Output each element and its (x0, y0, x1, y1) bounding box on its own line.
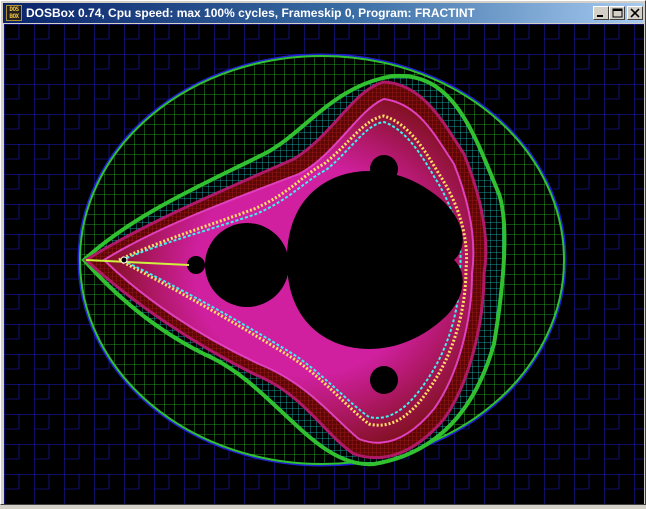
period-2-bulb (205, 223, 289, 307)
mini-bulb (120, 256, 128, 264)
dosbox-icon-text-bottom: BOX (9, 13, 19, 20)
left-bulb (187, 256, 205, 274)
title-bar[interactable]: DOS BOX DOSBox 0.74, Cpu speed: max 100%… (3, 3, 643, 23)
main-cardioid (287, 171, 463, 349)
minimize-icon (597, 15, 603, 17)
maximize-button[interactable] (609, 6, 625, 20)
dosbox-window: DOS BOX DOSBox 0.74, Cpu speed: max 100%… (0, 0, 646, 505)
dos-screen[interactable] (4, 24, 644, 504)
top-bulb (370, 155, 398, 183)
window-title: DOSBox 0.74, Cpu speed: max 100% cycles,… (26, 6, 475, 20)
dosbox-icon[interactable]: DOS BOX (6, 5, 22, 21)
minimize-button[interactable] (593, 6, 609, 20)
maximize-icon (612, 8, 623, 18)
mandelbrot-fractal (4, 24, 644, 504)
close-button[interactable] (627, 6, 643, 20)
close-icon (630, 8, 640, 18)
dosbox-icon-text-top: DOS (9, 6, 19, 13)
bottom-bulb (370, 366, 398, 394)
